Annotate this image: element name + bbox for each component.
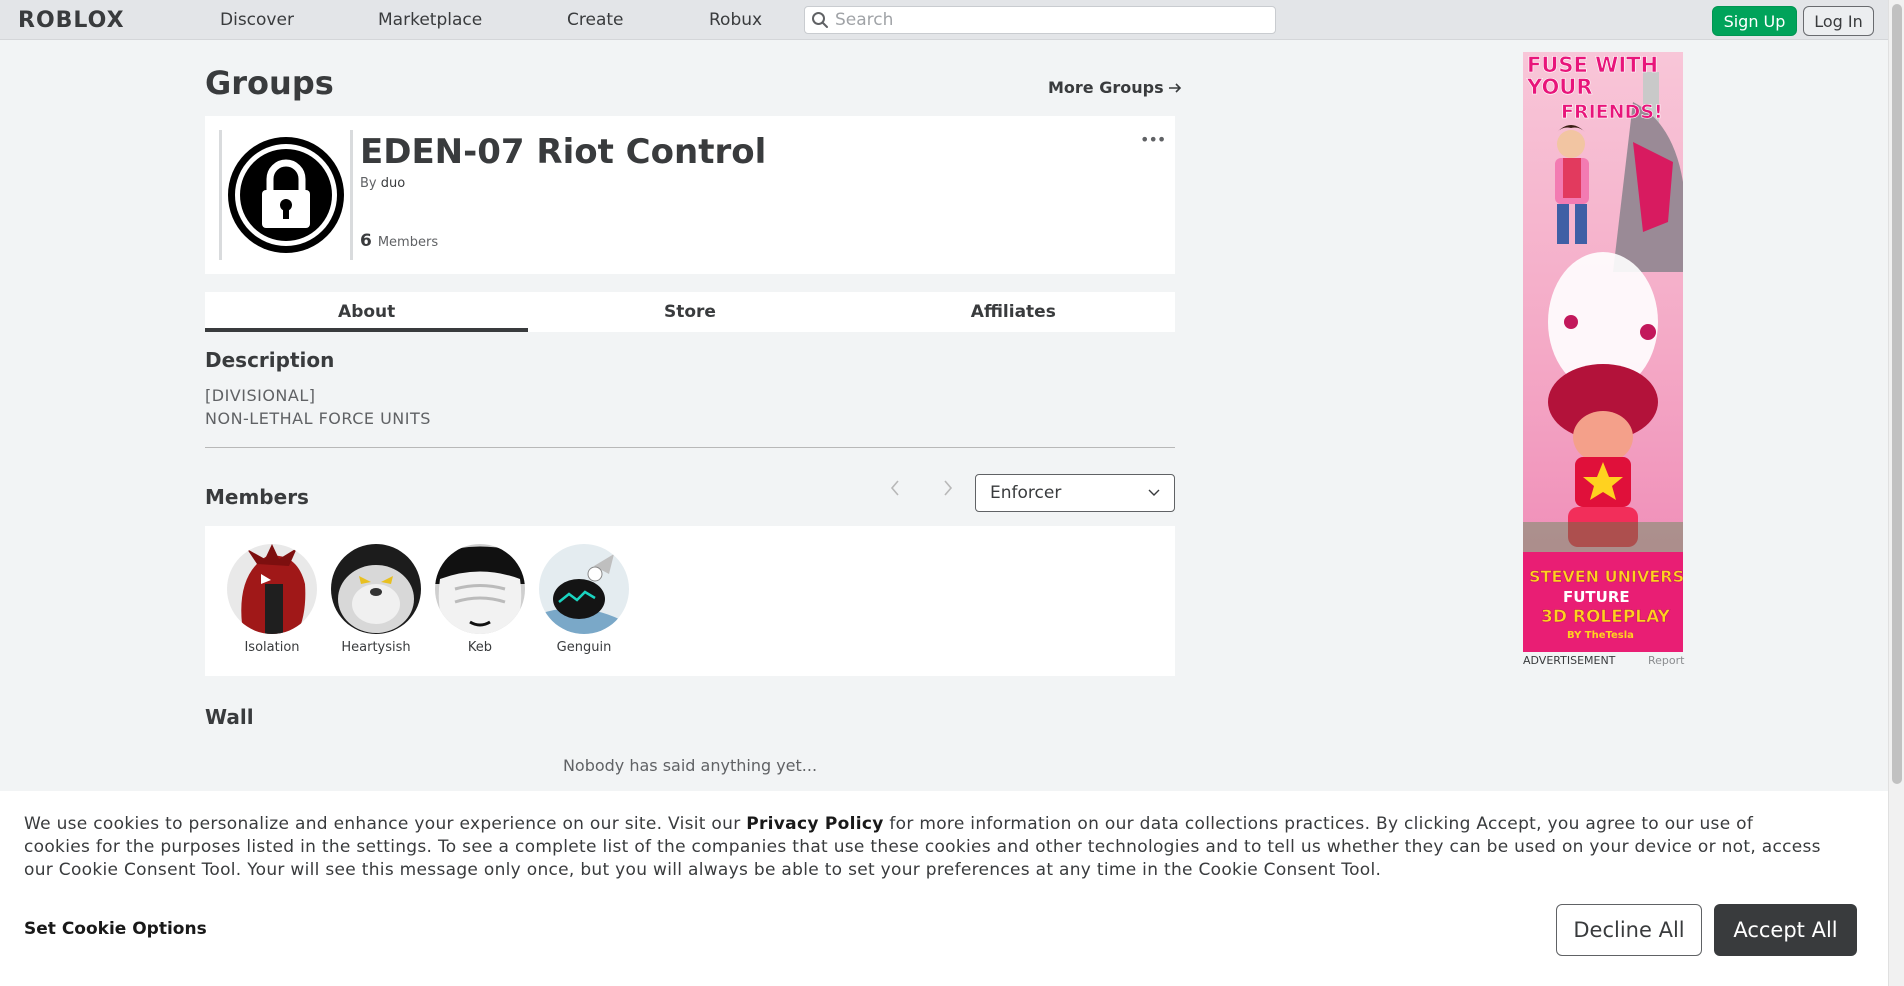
group-owner-link[interactable]: duo <box>381 176 405 191</box>
cookie-banner: We use cookies to personalize and enhanc… <box>0 791 1888 986</box>
nav-marketplace[interactable]: Marketplace <box>378 10 482 30</box>
member-card[interactable]: Heartysish <box>324 544 428 655</box>
group-name: EDEN-07 Riot Control <box>360 132 767 172</box>
by-prefix: By <box>360 176 377 191</box>
group-tabs: About Store Affiliates <box>205 292 1175 332</box>
avatar <box>539 544 629 634</box>
group-emblem <box>219 130 353 260</box>
login-button[interactable]: Log In <box>1803 6 1874 36</box>
member-count-line: 6 Members <box>360 231 438 251</box>
description-text: [DIVISIONAL] NON-LETHAL FORCE UNITS <box>205 384 431 430</box>
avatar <box>227 544 317 634</box>
search-box <box>804 6 1276 34</box>
svg-text:YOUR: YOUR <box>1526 75 1593 99</box>
top-navbar: ROBLOX Discover Marketplace Create Robux… <box>0 0 1888 40</box>
arrow-right-icon <box>1168 82 1181 93</box>
signup-button[interactable]: Sign Up <box>1712 6 1797 36</box>
report-ad-link[interactable]: Report <box>1648 654 1684 667</box>
roblox-logo[interactable]: ROBLOX <box>18 8 125 33</box>
advertisement-label: ADVERTISEMENT <box>1523 654 1616 667</box>
member-count-label: Members <box>377 235 439 250</box>
svg-text:BY TheTesla: BY TheTesla <box>1567 630 1634 641</box>
member-name: Keb <box>467 640 493 655</box>
page-title: Groups <box>205 64 334 102</box>
cookie-message: We use cookies to personalize and enhanc… <box>24 813 1824 882</box>
wall-empty-message: Nobody has said anything yet... <box>562 756 818 775</box>
search-icon[interactable] <box>805 11 835 29</box>
svg-text:STEVEN UNIVERSE: STEVEN UNIVERSE <box>1529 567 1683 586</box>
role-dropdown[interactable]: Enforcer <box>975 474 1175 512</box>
nav-discover[interactable]: Discover <box>220 10 294 30</box>
chevron-down-icon <box>1148 489 1160 496</box>
set-cookie-options-link[interactable]: Set Cookie Options <box>24 919 207 939</box>
decline-all-button[interactable]: Decline All <box>1556 904 1702 956</box>
wall-heading: Wall <box>205 705 254 729</box>
advertisement-banner[interactable]: FUSE WITH YOUR FRIENDS! STEVEN UNIVERSE … <box>1523 52 1683 652</box>
section-divider <box>205 447 1175 448</box>
members-list: Isolation Heartysish Keb Genguin <box>205 526 1175 676</box>
description-heading: Description <box>205 348 335 372</box>
members-heading: Members <box>205 485 309 509</box>
tab-affiliates[interactable]: Affiliates <box>852 292 1175 332</box>
next-page-icon[interactable] <box>942 478 954 502</box>
more-groups-label: More Groups <box>1048 78 1164 97</box>
svg-text:3D ROLEPLAY: 3D ROLEPLAY <box>1541 607 1671 627</box>
description-line: NON-LETHAL FORCE UNITS <box>205 409 431 428</box>
tab-store[interactable]: Store <box>528 292 851 332</box>
group-owner-line: By duo <box>360 176 405 191</box>
search-input[interactable] <box>835 10 1265 30</box>
member-name: Heartysish <box>341 640 411 655</box>
svg-text:FRIENDS!: FRIENDS! <box>1561 101 1663 123</box>
more-options-icon[interactable]: ••• <box>1140 130 1166 149</box>
avatar <box>331 544 421 634</box>
lock-emblem-icon <box>228 137 344 253</box>
avatar <box>435 544 525 634</box>
more-groups-link[interactable]: More Groups <box>1048 78 1182 97</box>
group-header-card: EDEN-07 Riot Control By duo 6 Members ••… <box>205 116 1175 274</box>
accept-all-button[interactable]: Accept All <box>1714 904 1857 956</box>
nav-create[interactable]: Create <box>567 10 624 30</box>
nav-robux[interactable]: Robux <box>709 10 762 30</box>
svg-text:FUTURE: FUTURE <box>1563 588 1630 606</box>
member-card[interactable]: Genguin <box>532 544 636 655</box>
member-count: 6 <box>360 231 372 251</box>
member-name: Genguin <box>556 640 612 655</box>
privacy-policy-link[interactable]: Privacy Policy <box>746 814 883 834</box>
scrollbar-thumb[interactable] <box>1892 4 1902 784</box>
page-scrollbar[interactable] <box>1888 0 1904 986</box>
cookie-text-before: We use cookies to personalize and enhanc… <box>24 814 747 834</box>
description-line: [DIVISIONAL] <box>205 386 316 405</box>
tab-about[interactable]: About <box>205 292 529 332</box>
member-card[interactable]: Isolation <box>220 544 324 655</box>
prev-page-icon[interactable] <box>889 478 901 502</box>
role-selected: Enforcer <box>990 483 1062 503</box>
member-card[interactable]: Keb <box>428 544 532 655</box>
member-name: Isolation <box>244 640 300 655</box>
svg-text:FUSE WITH: FUSE WITH <box>1527 53 1658 77</box>
